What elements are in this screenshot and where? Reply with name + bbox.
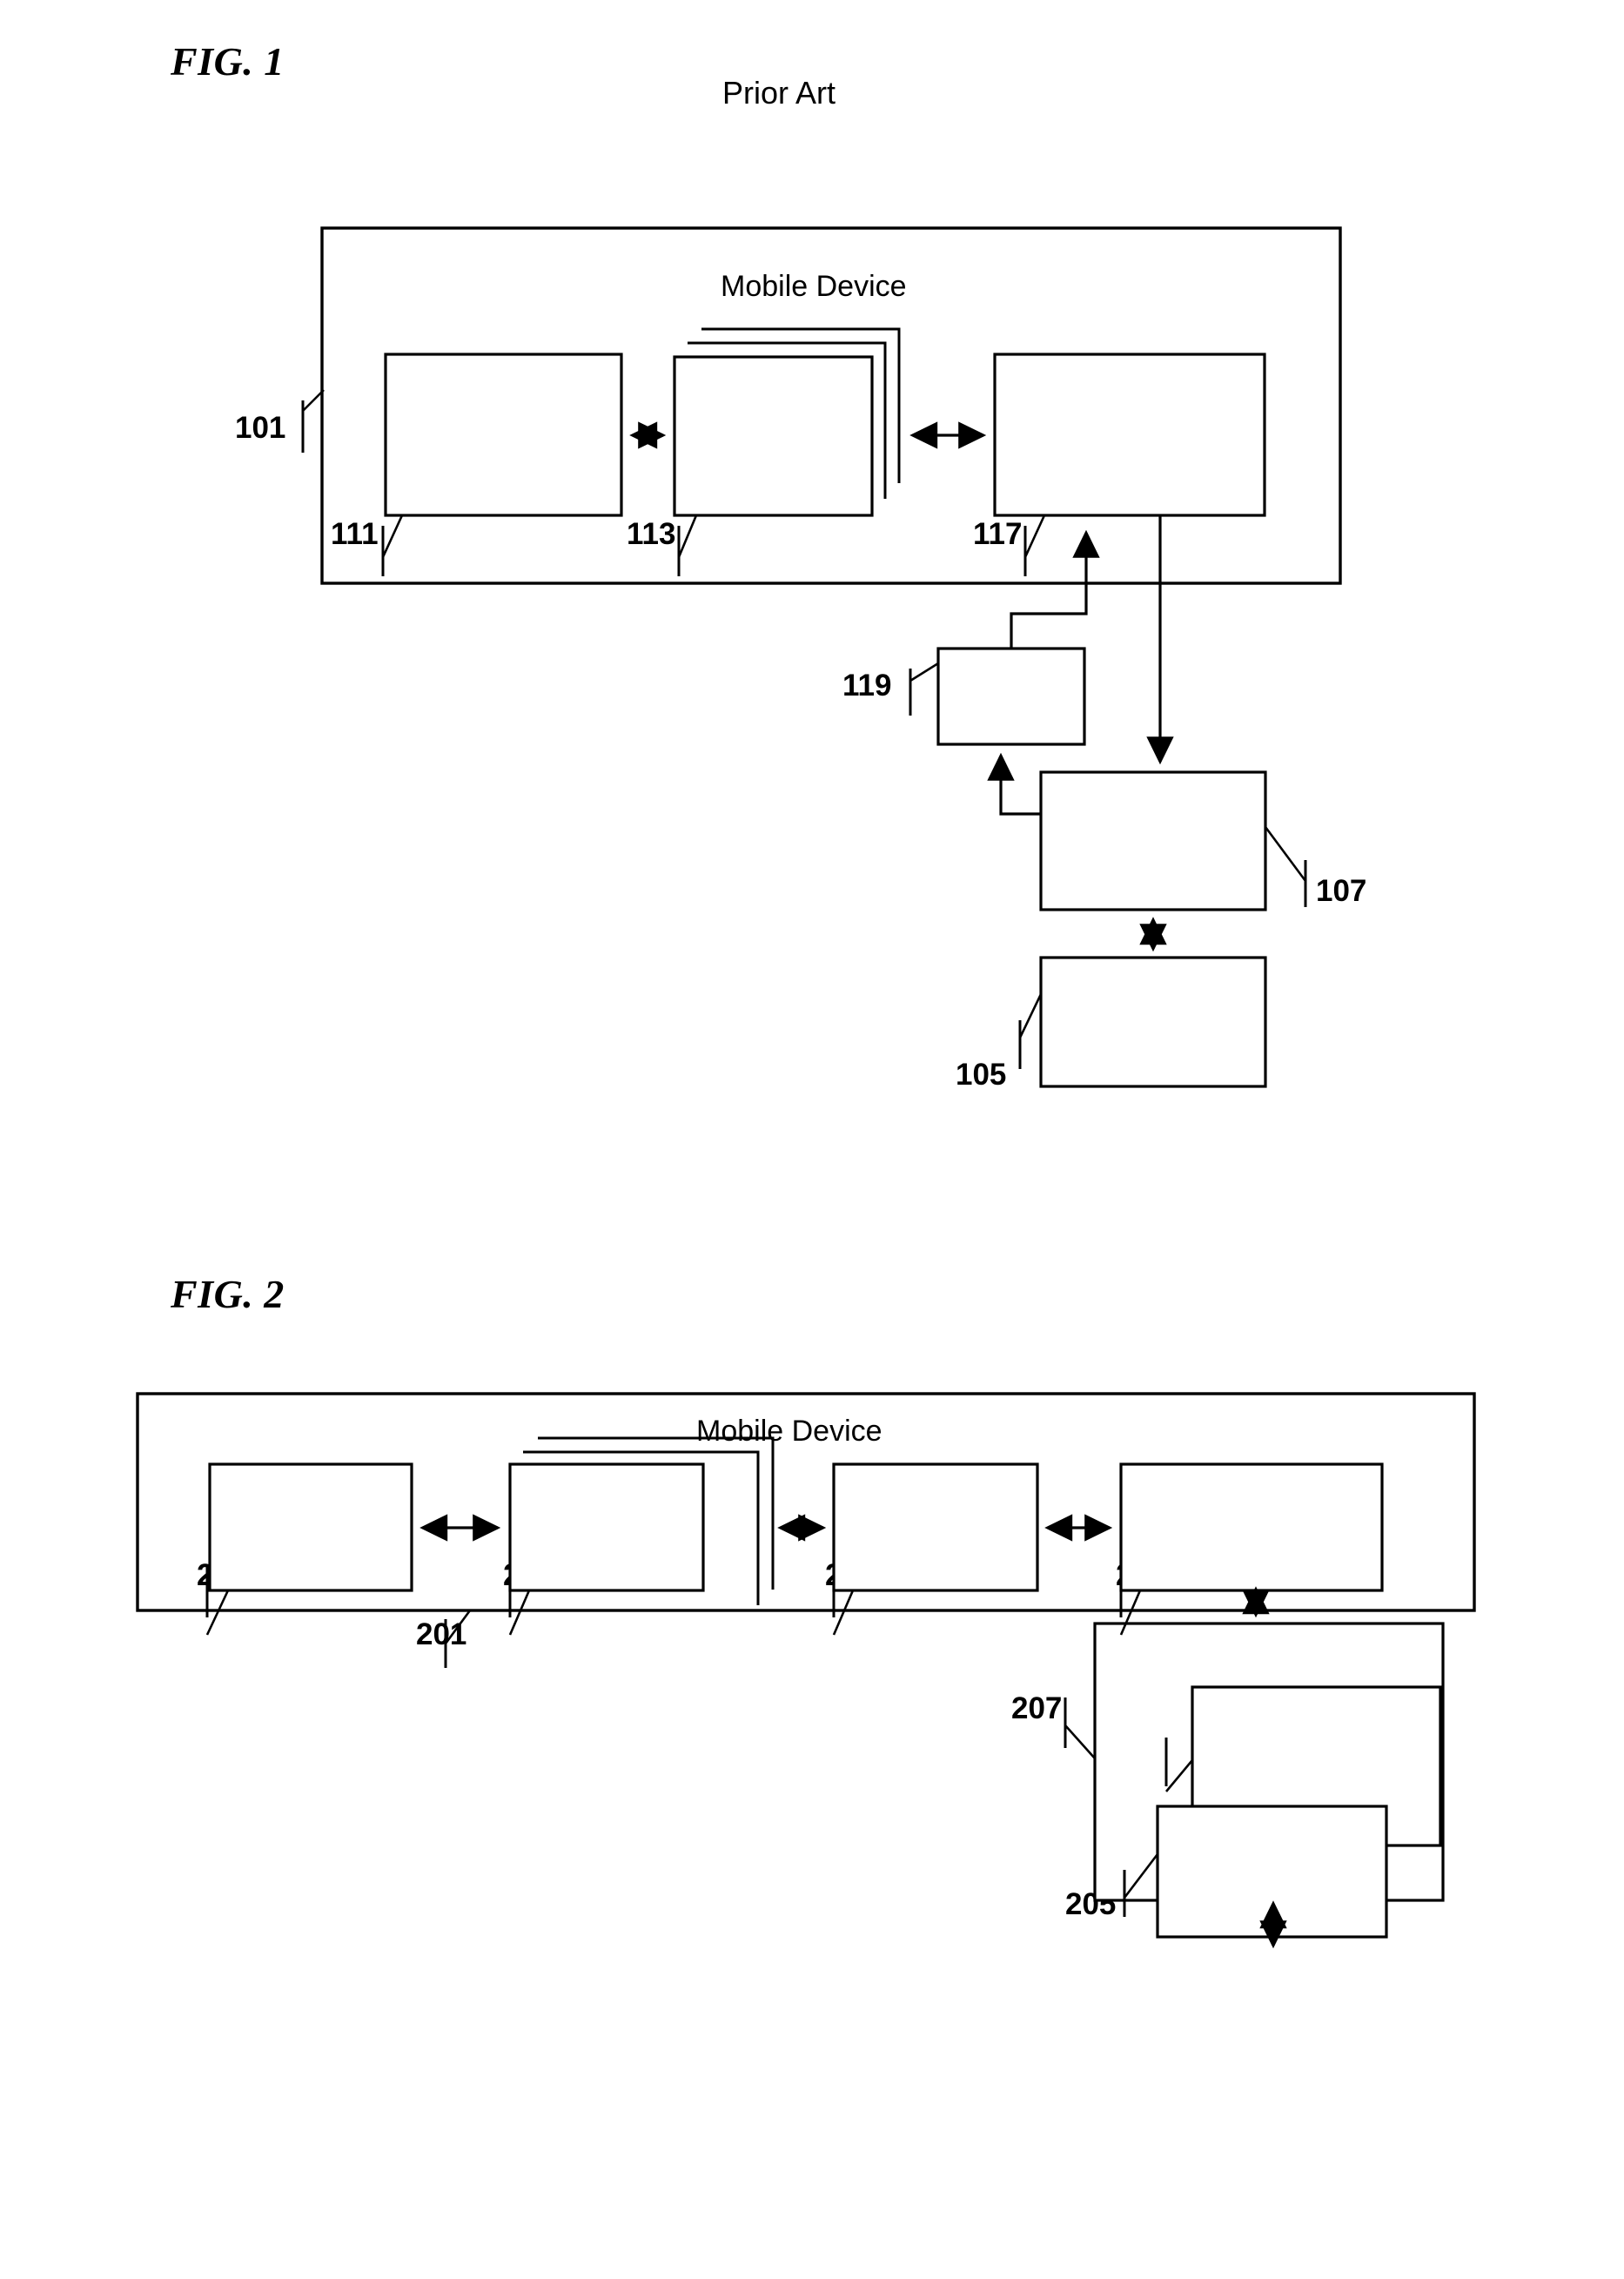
fig1-path-smsc-to-communication [1010, 529, 1100, 649]
fig1-leader-117 [1023, 514, 1046, 576]
fig1-leader-107 [1264, 826, 1307, 907]
fig2-user-interface-box [208, 1462, 413, 1592]
fig2-communication-interface-box [1119, 1462, 1384, 1592]
fig1-carrier-gateway-box [1039, 770, 1267, 911]
figure-2: FIG. 2 Mobile Device User Interface Appl… [0, 1158, 1624, 2279]
fig2-leader-207 [1064, 1697, 1096, 1759]
fig1-leader-111 [381, 514, 404, 576]
fig1-leader-119 [909, 662, 939, 716]
fig2-push-client-box [832, 1462, 1039, 1592]
fig2-application-box [508, 1462, 705, 1592]
fig2-leader-201 [444, 1610, 472, 1668]
fig1-communication-interface-box [993, 353, 1266, 517]
fig1-application-server-box [1039, 956, 1267, 1088]
patent-drawing-sheet: FIG. 1 Prior Art Mobile Device User Inte… [0, 0, 1624, 2279]
fig1-leader-105 [1018, 993, 1043, 1069]
fig1-smsc-box [936, 647, 1086, 746]
fig1-leader-113 [677, 514, 698, 576]
figure-1: FIG. 1 Prior Art Mobile Device User Inte… [0, 0, 1624, 1158]
fig1-application-box [673, 355, 874, 517]
fig1-geometry [301, 226, 1342, 1088]
fig1-path-carrier-to-smsc [987, 752, 1041, 816]
fig1-user-interface-box [384, 353, 623, 517]
fig2-geometry [136, 1392, 1476, 1949]
